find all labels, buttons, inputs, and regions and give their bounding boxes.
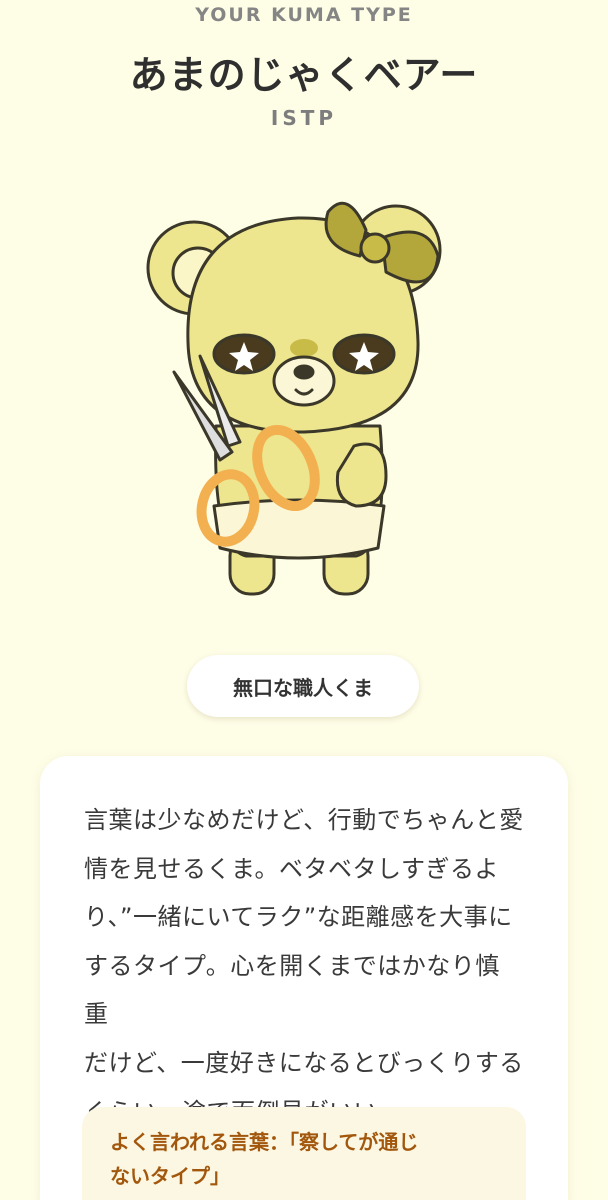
type-code-label: ISTP (270, 106, 338, 130)
description-line: り、”一緒にいてラク”な距離感を大事に (84, 903, 513, 932)
quote-callout: よく言われる言葉：「察してが通じ ないタイプ」 (82, 1107, 526, 1200)
nickname-badge: 無口な職人くま (187, 655, 419, 717)
description-text: 言葉は少なめだけど、行動でちゃんと愛 情を見せるくま。ベタベタしすぎるよ り、”… (84, 796, 524, 1136)
eyebrow-label: YOUR KUMA TYPE (195, 4, 413, 26)
description-line: 言葉は少なめだけど、行動でちゃんと愛 (84, 806, 524, 834)
quote-line: ないタイプ」 (110, 1164, 230, 1188)
quote-text: よく言われる言葉：「察してが通じ ないタイプ」 (110, 1125, 502, 1193)
quote-line: よく言われる言葉：「察してが通じ (110, 1130, 419, 1154)
description-line: するタイプ。心を開くまではかなり慎重 (84, 951, 500, 1029)
description-line: だけど、一度好きになるとびっくりする (84, 1048, 524, 1077)
kuma-type-result-page: YOUR KUMA TYPE あまのじゃくベアー ISTP 無口な職人くま 言葉… (0, 0, 608, 1200)
page-title: あまのじゃくベアー (129, 53, 479, 97)
description-line: 情を見せるくま。ベタベタしすぎるよ (84, 854, 500, 883)
bear-character-illustration (146, 201, 442, 596)
description-card: 言葉は少なめだけど、行動でちゃんと愛 情を見せるくま。ベタベタしすぎるよ り、”… (40, 756, 568, 1200)
